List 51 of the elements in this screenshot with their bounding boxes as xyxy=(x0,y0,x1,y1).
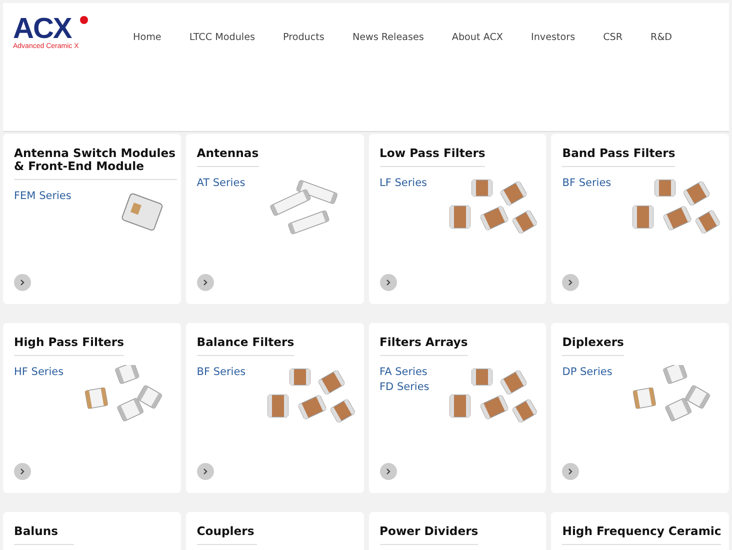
card-title: Couplers xyxy=(196,525,257,545)
arrow-button[interactable] xyxy=(14,463,31,480)
card-title: Band Pass Filters xyxy=(562,147,676,167)
arrow-button[interactable] xyxy=(14,274,31,291)
nav-link[interactable]: Home xyxy=(119,32,176,43)
card-title: Filters Arrays xyxy=(380,336,468,356)
product-card[interactable]: Couplers xyxy=(186,512,364,550)
series-link[interactable]: LF Series xyxy=(380,177,428,189)
series-link[interactable]: FA Series xyxy=(380,366,428,378)
card-title: Diplexers xyxy=(562,336,624,356)
card-title: Low Pass Filters xyxy=(380,147,486,167)
arrow-button[interactable] xyxy=(380,463,396,480)
nav-link[interactable]: LTCC Modules xyxy=(175,32,269,43)
card-title: Power Dividers xyxy=(380,525,478,545)
chevron-icon xyxy=(568,468,574,475)
nav-link[interactable]: Investors xyxy=(517,32,590,43)
product-card[interactable]: Baluns xyxy=(3,512,181,550)
chevron-icon xyxy=(20,468,25,475)
arrow-button[interactable] xyxy=(562,274,580,291)
series-link[interactable]: FD Series xyxy=(380,381,430,393)
card-title: Antenna Switch Modules & Front-End Module xyxy=(14,147,177,180)
series-link[interactable]: BF Series xyxy=(196,366,246,378)
card-title: High Pass Filters xyxy=(14,336,124,356)
series-link[interactable]: BF Series xyxy=(562,177,612,189)
chevron-icon xyxy=(386,468,390,475)
nav-link[interactable]: About ACX xyxy=(438,32,517,43)
card-title: High Frequency Ceramic xyxy=(562,525,722,545)
nav-link[interactable]: CSR xyxy=(589,32,637,43)
chevron-icon xyxy=(202,468,208,475)
arrow-button[interactable] xyxy=(562,463,580,480)
arrow-button[interactable] xyxy=(380,274,396,291)
chevron-icon xyxy=(20,279,25,286)
product-card[interactable]: Power Dividers xyxy=(368,512,546,550)
nav-link[interactable]: R&D xyxy=(636,32,686,43)
chevron-icon xyxy=(568,279,574,286)
series-link[interactable]: HF Series xyxy=(14,366,64,378)
series-link[interactable]: AT Series xyxy=(196,177,246,189)
nav-link[interactable]: News Releases xyxy=(338,32,438,43)
chevron-icon xyxy=(202,279,208,286)
series-link[interactable]: FEM Series xyxy=(14,190,72,202)
logo-text[interactable]: ACX xyxy=(13,15,105,43)
chevron-icon xyxy=(386,279,390,286)
product-card[interactable]: High Frequency Ceramic xyxy=(551,512,729,550)
arrow-button[interactable] xyxy=(196,463,214,480)
series-link[interactable]: DP Series xyxy=(562,366,612,378)
arrow-button[interactable] xyxy=(196,274,214,291)
card-title: Baluns xyxy=(14,525,74,545)
card-title: Antennas xyxy=(196,147,259,167)
card-title: Balance Filters xyxy=(196,336,294,356)
nav-link[interactable]: Products xyxy=(269,32,338,43)
dot-icon xyxy=(80,16,88,24)
